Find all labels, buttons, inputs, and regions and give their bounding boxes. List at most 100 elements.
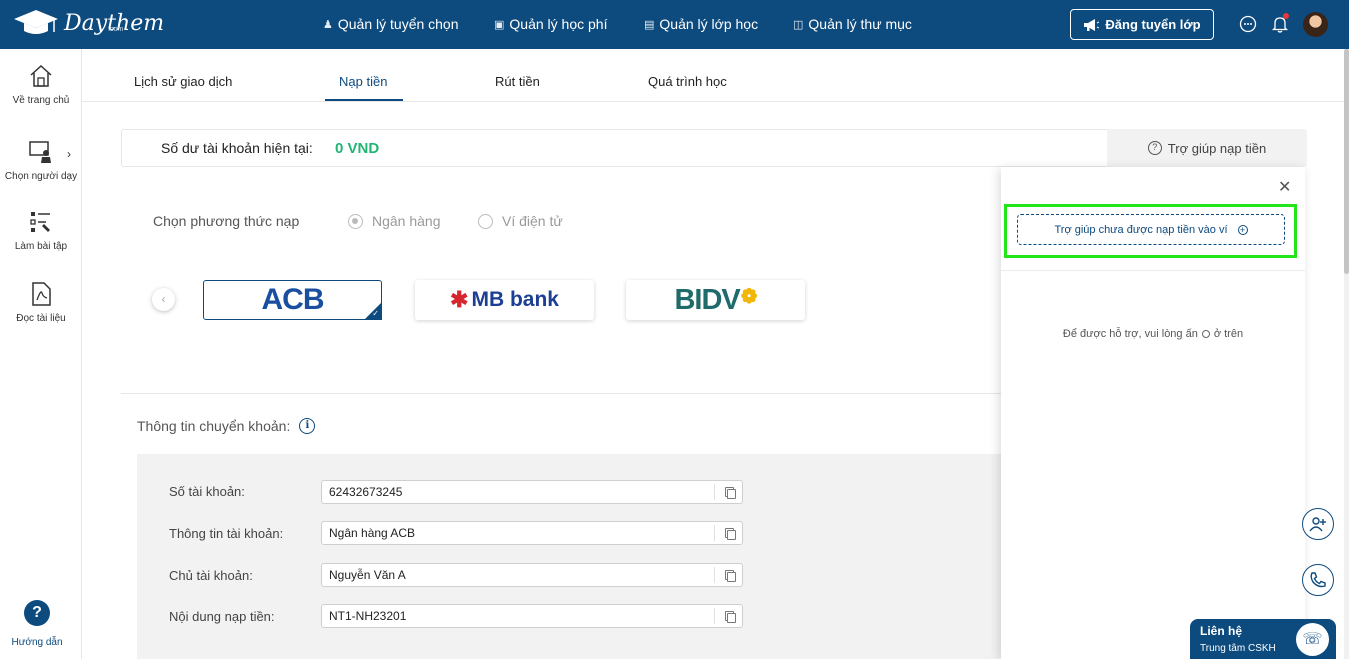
question-circle-icon: ? <box>1147 141 1162 155</box>
chat-icon[interactable] <box>1239 15 1257 33</box>
money-icon: ▣ <box>494 18 505 31</box>
call-button[interactable] <box>1302 564 1334 596</box>
sidebar-item-documents[interactable]: Đọc tài liệu <box>0 281 82 324</box>
not-deposited-help-button[interactable]: Trợ giúp chưa được nạp tiền vào ví + <box>1017 214 1285 245</box>
transfer-info-title: Thông tin chuyển khoản: i <box>137 418 316 434</box>
check-icon: ✓ <box>372 309 379 318</box>
people-icon: ♟ <box>323 18 333 31</box>
field-value: Nguyễn Văn A <box>329 568 406 582</box>
add-user-icon <box>1309 517 1326 532</box>
account-holder-label: Chủ tài khoản: <box>169 568 253 583</box>
radio-e-wallet[interactable]: Ví điện tử <box>478 213 563 229</box>
balance-label: Số dư tài khoản hiện tại: <box>161 140 313 156</box>
tab-transaction-history[interactable]: Lịch sử giao dịch <box>134 74 232 89</box>
account-info-field[interactable]: Ngân hàng ACB <box>321 521 743 545</box>
info-icon[interactable]: i <box>299 418 316 434</box>
deposit-help-tab[interactable]: ? Trợ giúp nạp tiền <box>1107 129 1307 167</box>
field-value: 62432673245 <box>329 485 403 499</box>
scrollbar-thumb[interactable] <box>1344 49 1349 274</box>
balance-value: 0 VND <box>335 140 380 157</box>
contact-support-widget[interactable]: Liên hệ Trung tâm CSKH ☏ <box>1190 619 1336 659</box>
tab-bar: Lịch sử giao dịch Nạp tiền Rút tiền Quá … <box>82 49 1344 102</box>
account-info-label: Thông tin tài khoản: <box>169 526 284 541</box>
phone-icon <box>1310 572 1326 588</box>
bank-option-bidv[interactable]: BIDV ❁ <box>626 280 805 320</box>
logo-sub: .com <box>108 26 124 33</box>
graduation-cap-icon <box>14 10 58 34</box>
help-label[interactable]: Hướng dẫn <box>0 637 74 648</box>
contact-subtitle: Trung tâm CSKH <box>1200 643 1276 654</box>
hint-text-end: ở trên <box>1213 328 1244 340</box>
home-icon <box>30 64 52 87</box>
field-value: Ngân hàng ACB <box>329 526 416 540</box>
field-value: NT1-NH23201 <box>329 609 407 623</box>
headset-icon: ☏ <box>1296 623 1329 656</box>
bank-logo-mb: ✱ MB bank <box>450 287 559 313</box>
sidebar-item-label: Làm bài tập <box>14 241 68 252</box>
post-class-button[interactable]: Đăng tuyển lớp <box>1070 9 1214 40</box>
sidebar-item-label: Chọn người dạy <box>4 171 78 182</box>
hint-text: Để được hỗ trợ, vui lòng ấn <box>1062 328 1198 340</box>
sidebar-item-exercise[interactable]: Làm bài tập <box>0 209 82 252</box>
folder-icon: ◫ <box>793 18 804 31</box>
carousel-prev-button[interactable]: ‹ <box>152 288 175 311</box>
close-icon[interactable]: ✕ <box>1278 177 1291 197</box>
mb-star-icon: ✱ <box>450 287 469 312</box>
top-navbar: Daythem .com ♟ Quản lý tuyển chọn ▣ Quản… <box>0 0 1349 49</box>
circle-icon <box>1201 330 1210 338</box>
bank-name: MB bank <box>471 288 559 311</box>
nav-label: Quản lý tuyển chọn <box>337 16 459 32</box>
nav-quan-ly-hoc-phi[interactable]: ▣ Quản lý học phí <box>494 16 607 32</box>
bank-name: BIDV <box>674 283 740 316</box>
copy-icon[interactable] <box>714 525 742 541</box>
nav-quan-ly-thu-muc[interactable]: ◫ Quản lý thư mục <box>793 16 912 32</box>
bank-logo-acb: ACB <box>261 283 325 316</box>
deposit-help-popup: ✕ Trợ giúp chưa được nạp tiền vào ví + Đ… <box>1001 167 1305 659</box>
megaphone-icon <box>1084 18 1100 31</box>
nav-label: Quản lý lớp học <box>659 16 759 32</box>
bank-option-mb[interactable]: ✱ MB bank <box>415 280 594 320</box>
nav-quan-ly-lop-hoc[interactable]: ▤ Quản lý lớp học <box>644 16 758 32</box>
contact-title: Liên hệ <box>1200 624 1243 638</box>
payment-method-label: Chọn phương thức nạp <box>153 213 300 229</box>
active-tab-indicator <box>325 99 403 101</box>
account-number-label: Số tài khoản: <box>169 484 245 499</box>
account-holder-field[interactable]: Nguyễn Văn A <box>321 563 743 587</box>
deposit-help-label: Trợ giúp nạp tiền <box>1167 140 1267 156</box>
deposit-content-field[interactable]: NT1-NH23201 <box>321 604 743 628</box>
chevron-right-icon[interactable]: › <box>67 147 71 161</box>
exercise-icon <box>30 212 50 232</box>
tab-withdraw[interactable]: Rút tiền <box>495 74 540 89</box>
pdf-icon <box>32 282 51 306</box>
teacher-icon <box>29 141 51 163</box>
sidebar-item-label: Đọc tài liệu <box>16 313 66 324</box>
radio-button[interactable] <box>348 213 363 229</box>
copy-icon[interactable] <box>714 484 742 500</box>
copy-icon[interactable] <box>714 608 742 624</box>
notification-badge <box>1283 13 1289 19</box>
radio-bank[interactable]: Ngân hàng <box>348 213 441 229</box>
nav-label: Quản lý học phí <box>509 16 608 32</box>
radio-button[interactable] <box>478 213 493 229</box>
popup-divider <box>1001 270 1305 271</box>
section-divider <box>121 393 1001 394</box>
bank-logo-bidv: BIDV ❁ <box>674 283 758 317</box>
tab-deposit[interactable]: Nạp tiền <box>339 74 387 89</box>
tab-learning-progress[interactable]: Quá trình học <box>648 74 727 89</box>
sidebar-item-label: Về trang chủ <box>12 95 70 106</box>
bidv-flower-icon: ❁ <box>740 285 758 308</box>
nav-quan-ly-tuyen-chon[interactable]: ♟ Quản lý tuyển chọn <box>323 16 459 32</box>
sidebar-item-home[interactable]: Về trang chủ <box>0 63 82 106</box>
add-contact-button[interactable] <box>1302 508 1334 540</box>
copy-icon[interactable] <box>714 567 742 583</box>
account-number-field[interactable]: 62432673245 <box>321 480 743 504</box>
nav-label: Quản lý thư mục <box>808 16 912 32</box>
transfer-info-label: Thông tin chuyển khoản: <box>137 418 291 434</box>
bank-option-acb[interactable]: ACB ✓ <box>203 280 382 320</box>
sidebar: Về trang chủ Chọn người dạy › Làm bài tậ… <box>0 49 82 659</box>
avatar[interactable] <box>1303 12 1328 37</box>
post-button-label: Đăng tuyển lớp <box>1105 17 1201 32</box>
logo[interactable]: Daythem <box>12 8 164 38</box>
radio-label: Ngân hàng <box>372 213 441 229</box>
question-icon[interactable]: ? <box>24 600 50 626</box>
